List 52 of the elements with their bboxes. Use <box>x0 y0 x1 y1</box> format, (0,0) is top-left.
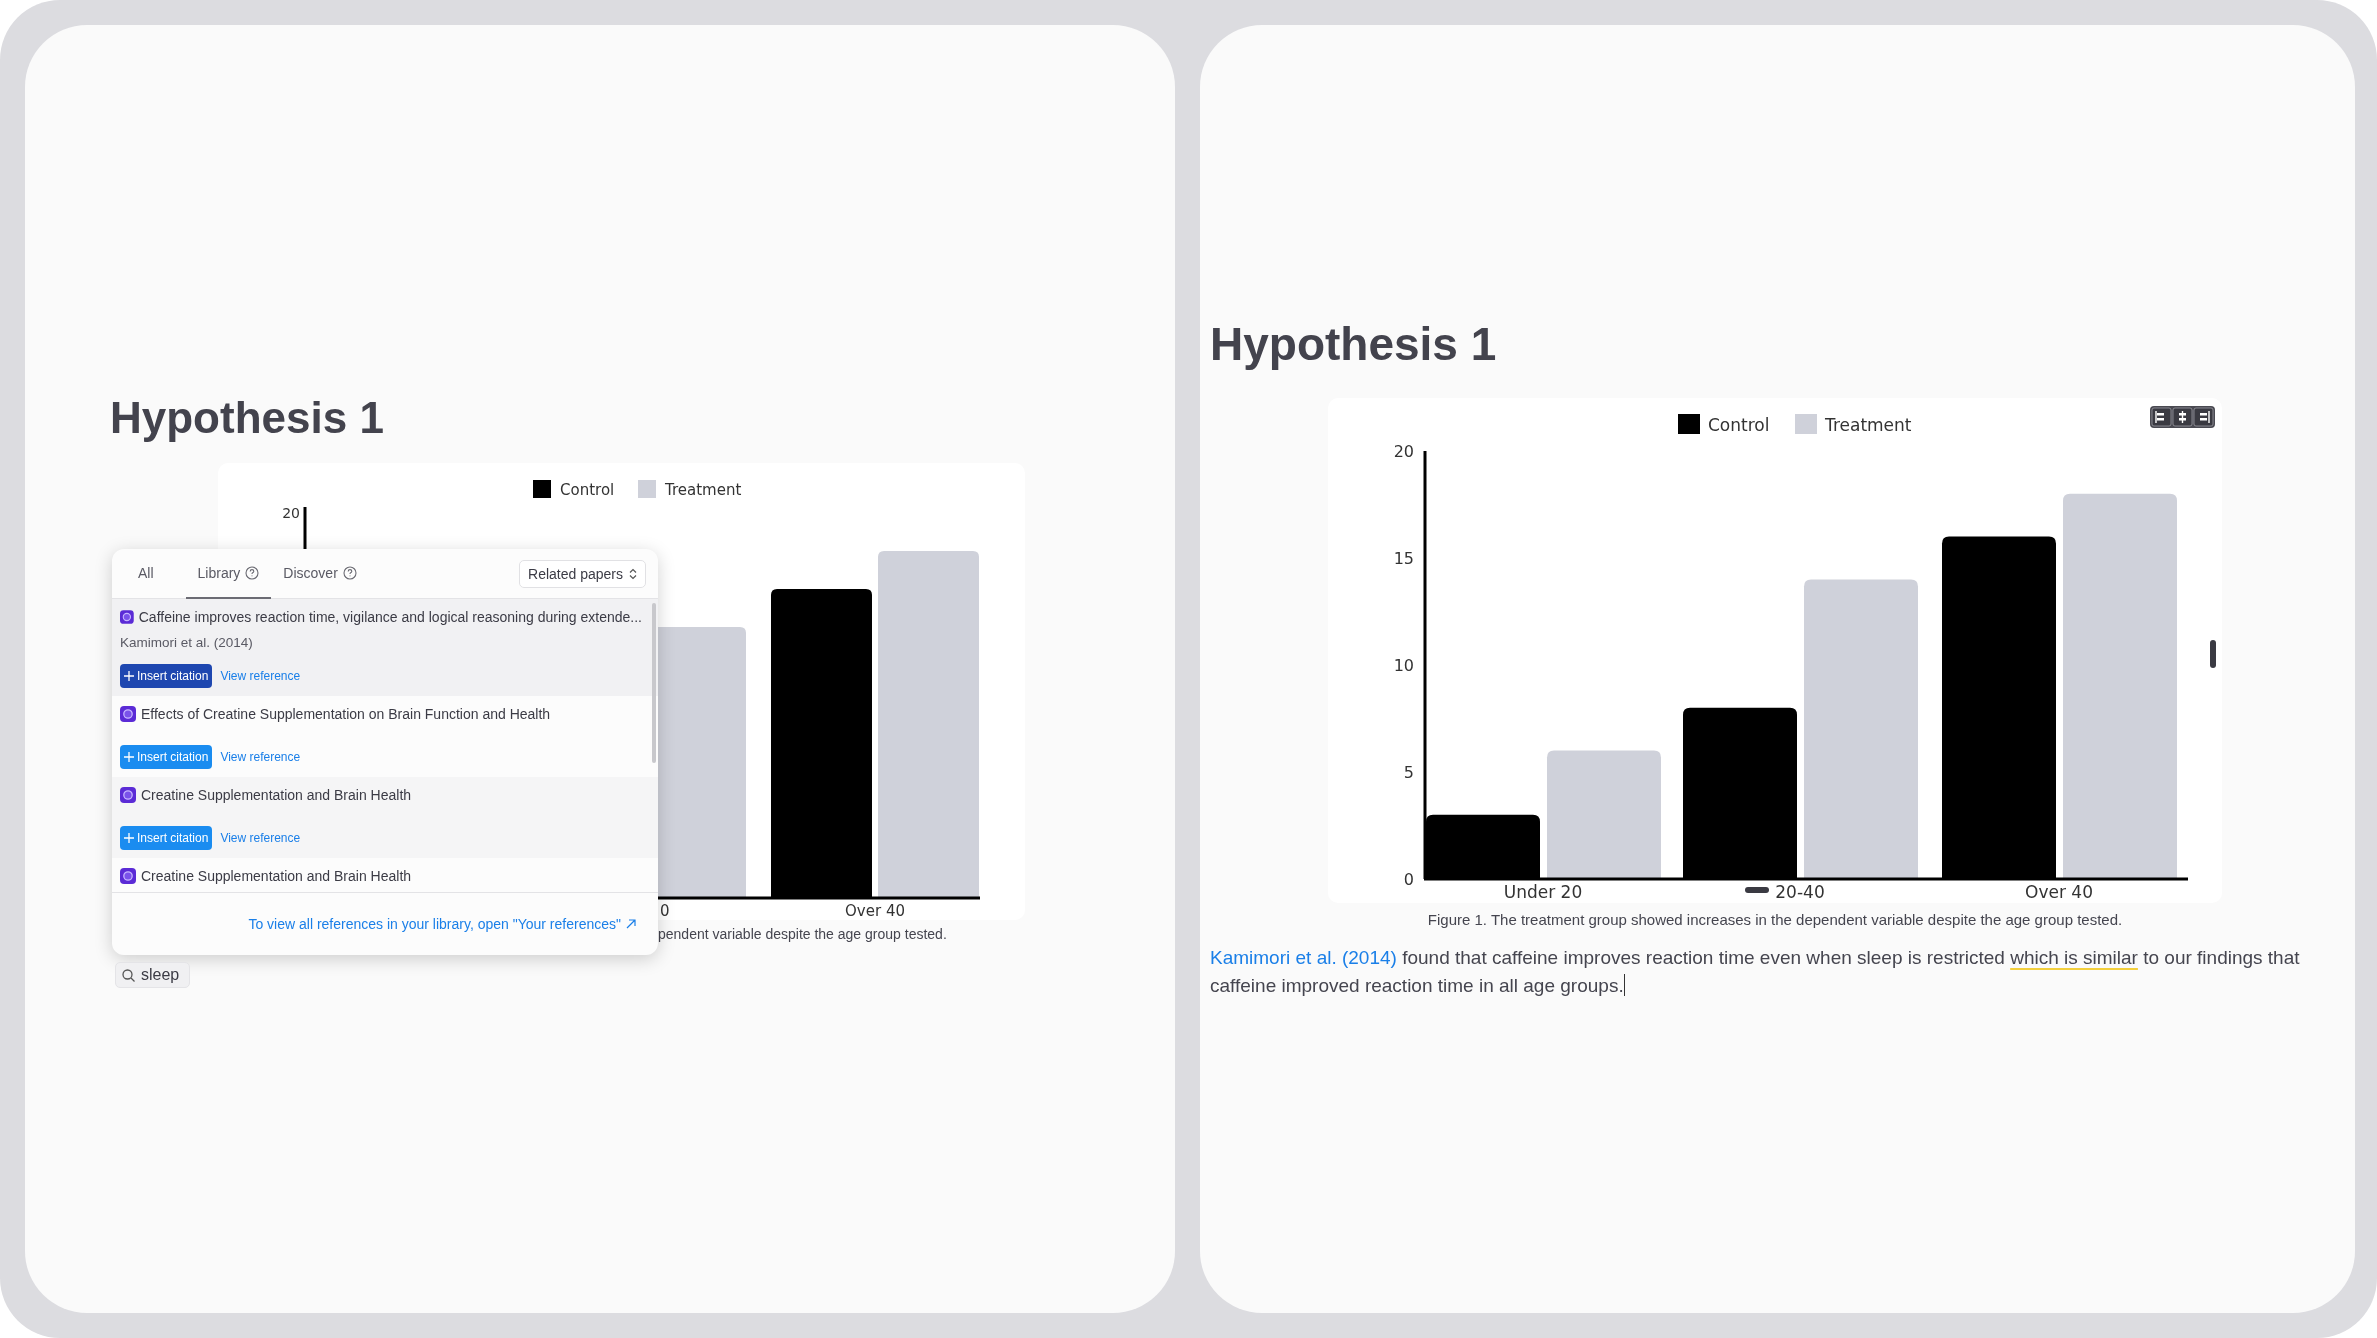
plus-icon <box>124 833 134 843</box>
insert-citation-button[interactable]: Insert citation <box>120 664 213 688</box>
axis-tick-label: 20 <box>282 505 300 521</box>
references-link[interactable]: To view all references in your library, open "Your references" <box>248 916 636 932</box>
paper-icon <box>120 706 136 722</box>
axis-category-label: Over 40 <box>845 902 905 920</box>
axis-tick-label: 5 <box>1403 762 1414 782</box>
legend-label: Treatment <box>665 481 742 499</box>
figure-caption: pendent variable despite the age group tested. <box>658 926 948 942</box>
search-icon <box>122 968 135 982</box>
insert-citation-button[interactable]: Insert citation <box>120 745 213 769</box>
paper-icon <box>120 868 136 884</box>
legend-label: Treatment <box>1825 415 1912 435</box>
axis-category-label: 20-40 <box>1775 882 1825 902</box>
view-reference-link[interactable]: View reference <box>220 750 301 764</box>
view-reference-link[interactable]: View reference <box>220 669 301 683</box>
plus-icon <box>124 752 134 762</box>
resize-handle[interactable] <box>2210 640 2216 668</box>
reference-title[interactable]: Caffeine improves reaction time, vigilance and logical reasoning during extende... <box>138 609 642 625</box>
reference-authors: Kamimori et al. (2014) <box>120 635 254 650</box>
text-cursor <box>1623 974 1625 996</box>
reference-title[interactable]: Effects of Creatine Supplementation on Brain Function and Health <box>141 706 551 722</box>
plus-icon <box>124 671 134 681</box>
figure-caption: Figure 1. The treatment group showed increases in the dependent variable despite the age group tested. <box>1426 911 2124 928</box>
legend-label: Control <box>1708 415 1770 435</box>
paper-icon <box>120 787 136 803</box>
reference-title[interactable]: Creatine Supplementation and Brain Health <box>141 787 412 803</box>
heading: Hypothesis 1 <box>110 392 385 444</box>
tab[interactable]: All <box>126 549 166 599</box>
axis-category-label: Under 20 <box>1503 882 1583 902</box>
chevron-icon <box>629 567 637 580</box>
drag-handle[interactable] <box>1745 887 1769 893</box>
reference-title[interactable]: Creatine Supplementation and Brain Health <box>141 868 412 884</box>
heading: Hypothesis 1 <box>1210 318 1498 370</box>
axis-tick-label: 20 <box>1393 441 1414 461</box>
alignment-toolbar-icon[interactable] <box>2150 406 2215 428</box>
citation-link[interactable]: Kamimori et al. (2014) <box>1210 947 1397 968</box>
paper-icon <box>120 609 134 625</box>
axis-tick-label: 15 <box>1393 548 1414 568</box>
axis-category-label: Over 40 <box>2025 882 2093 902</box>
tab[interactable]: Discover <box>271 549 369 599</box>
legend-label: Control <box>560 481 615 499</box>
axis-category-label: 0 <box>660 902 670 920</box>
search-chip[interactable]: sleep <box>115 962 191 988</box>
scrollbar[interactable] <box>652 603 656 763</box>
axis-tick-label: 0 <box>1403 869 1414 889</box>
paragraph: Kamimori et al. (2014) found that caffeine improves reaction time even when sleep is restricted which is similar to our findings that caffeine improved reaction time in all age groups. <box>1210 946 2301 998</box>
axis-tick-label: 10 <box>1393 655 1414 675</box>
view-reference-link[interactable]: View reference <box>220 831 301 845</box>
sort-dropdown[interactable]: Related papers <box>519 559 646 588</box>
insert-citation-button[interactable]: Insert citation <box>120 826 213 850</box>
external-link-icon <box>626 919 636 929</box>
